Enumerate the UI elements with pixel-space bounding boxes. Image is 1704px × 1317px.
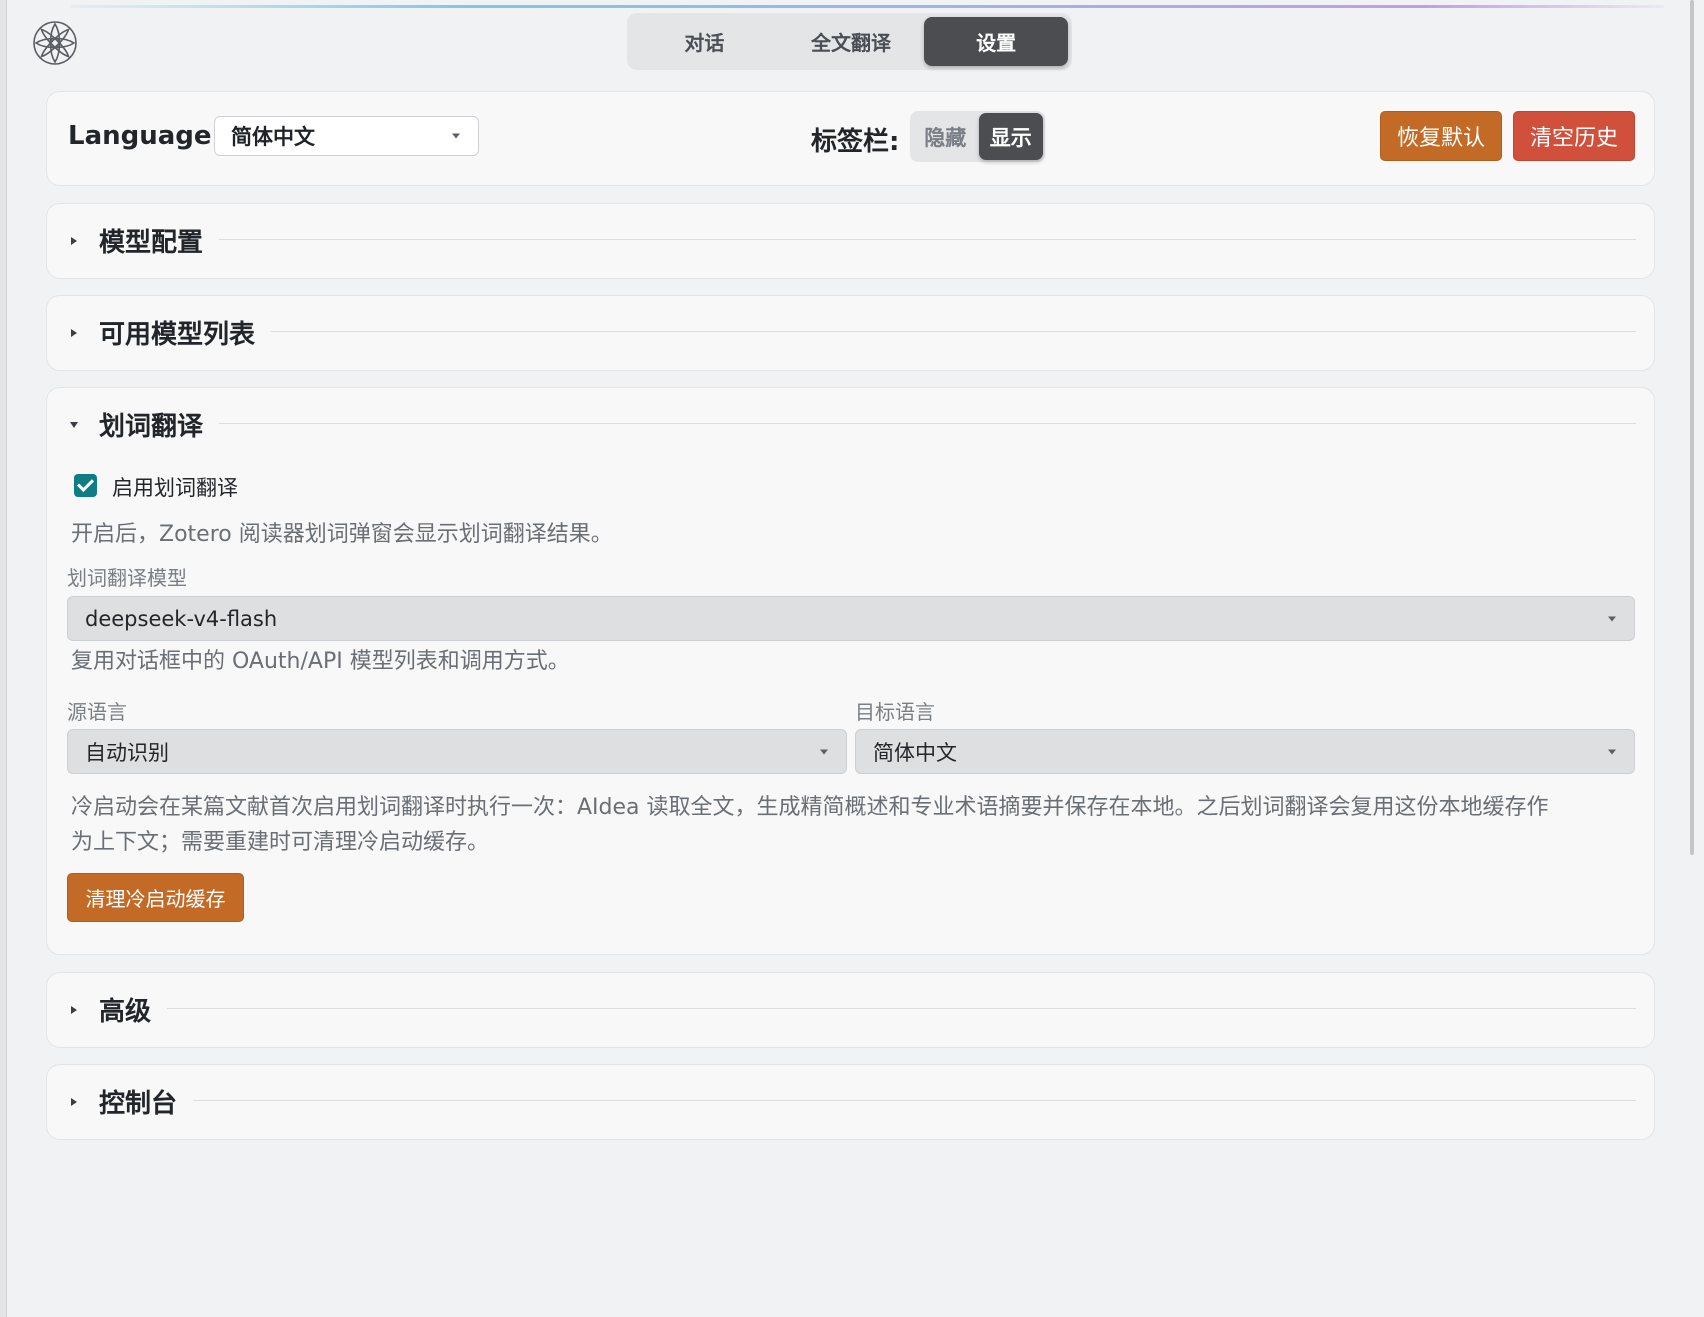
source-language-label: 源语言 (67, 700, 127, 724)
section-title: 控制台 (99, 1089, 178, 1119)
model-help-text: 复用对话框中的 OAuth/API 模型列表和调用方式。 (71, 649, 570, 674)
model-field-label: 划词翻译模型 (67, 566, 187, 590)
chevron-right-icon (71, 329, 77, 337)
target-language-value: 简体中文 (873, 740, 957, 765)
section-title: 可用模型列表 (99, 320, 256, 350)
tagbar-label: 标签栏: (811, 127, 900, 157)
tagbar-toggle: 隐藏 显示 (910, 111, 1045, 162)
section-header-selection-translate[interactable]: 划词翻译 (47, 388, 1654, 460)
select-caret-icon (820, 749, 828, 754)
language-select-value: 简体中文 (231, 125, 315, 149)
clear-cold-start-cache-button[interactable]: 清理冷启动缓存 (67, 873, 244, 922)
source-language-select[interactable]: 自动识别 (67, 729, 847, 774)
source-language-value: 自动识别 (85, 740, 169, 765)
language-select[interactable]: 简体中文 (214, 116, 479, 156)
section-title: 模型配置 (99, 228, 204, 258)
section-model-config: 模型配置 (46, 203, 1655, 279)
target-language-select[interactable]: 简体中文 (855, 729, 1635, 774)
app-logo-icon (30, 18, 80, 68)
section-divider (271, 331, 1636, 332)
tagbar-hide-option[interactable]: 隐藏 (912, 113, 979, 160)
section-divider (167, 1008, 1636, 1009)
window-left-edge (0, 0, 7, 1317)
tab-chat[interactable]: 对话 (631, 17, 778, 66)
model-select-value: deepseek-v4-flash (85, 606, 278, 631)
section-model-list: 可用模型列表 (46, 295, 1655, 371)
clear-history-button[interactable]: 清空历史 (1513, 111, 1635, 161)
top-gradient-line (70, 5, 1664, 8)
chevron-right-icon (71, 1006, 77, 1014)
section-title: 划词翻译 (99, 412, 204, 442)
enable-selection-translate-label[interactable]: 启用划词翻译 (112, 472, 238, 502)
tab-full-translation[interactable]: 全文翻译 (778, 17, 925, 66)
section-header-model-list[interactable]: 可用模型列表 (47, 296, 1654, 368)
cold-start-help-line2: 为上下文；需要重建时可清理冷启动缓存。 (71, 830, 490, 855)
section-header-console[interactable]: 控制台 (47, 1065, 1654, 1137)
settings-topbar: Language: 简体中文 标签栏: 隐藏 显示 恢复默认 清空历史 (46, 91, 1655, 186)
tab-settings[interactable]: 设置 (924, 17, 1068, 66)
section-divider (193, 1100, 1636, 1101)
section-divider (219, 239, 1636, 240)
tagbar-show-option[interactable]: 显示 (978, 113, 1043, 160)
scrollbar-thumb[interactable] (1690, 0, 1694, 855)
enable-help-text: 开启后，Zotero 阅读器划词弹窗会显示划词翻译结果。 (71, 522, 613, 547)
section-selection-translate: 划词翻译 启用划词翻译 开启后，Zotero 阅读器划词弹窗会显示划词翻译结果。… (46, 387, 1655, 955)
section-header-model-config[interactable]: 模型配置 (47, 204, 1654, 276)
select-caret-icon (1608, 749, 1616, 754)
select-caret-icon (1608, 616, 1616, 621)
chevron-right-icon (71, 1098, 77, 1106)
language-label: Language: (68, 121, 222, 151)
section-console: 控制台 (46, 1064, 1655, 1140)
main-tabs: 对话 全文翻译 设置 (627, 13, 1072, 70)
cold-start-help-line1: 冷启动会在某篇文献首次启用划词翻译时执行一次：AIdea 读取全文，生成精简概述… (71, 795, 1549, 820)
restore-defaults-button[interactable]: 恢复默认 (1380, 111, 1502, 161)
select-caret-icon (452, 133, 460, 139)
chevron-down-icon (70, 422, 78, 428)
model-select[interactable]: deepseek-v4-flash (67, 596, 1635, 641)
section-header-advanced[interactable]: 高级 (47, 973, 1654, 1045)
target-language-label: 目标语言 (855, 700, 935, 724)
section-title: 高级 (99, 997, 152, 1027)
section-advanced: 高级 (46, 972, 1655, 1048)
section-divider (219, 423, 1636, 424)
enable-selection-translate-checkbox[interactable] (74, 474, 97, 497)
chevron-right-icon (71, 237, 77, 245)
